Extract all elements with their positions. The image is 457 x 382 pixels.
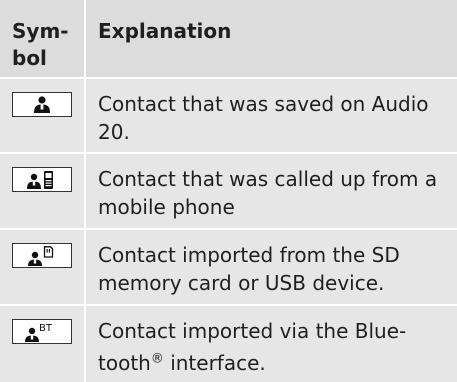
header-symbol-label-part-2: bol (12, 46, 47, 70)
explanation-text-part-1: Contact imported via the Blue- (98, 319, 407, 343)
symbol-cell (0, 154, 86, 228)
symbol-table: Sym- bol Explanation Contact that was sa… (0, 0, 457, 382)
header-symbol-label: Sym- bol (12, 0, 84, 72)
bluetooth-icon-label: BT (39, 323, 53, 334)
header-explanation-label: Explanation (98, 19, 232, 43)
contact-person-icon (12, 92, 72, 117)
explanation-cell: Contact that was called up from a mobile… (98, 167, 438, 219)
symbol-cell (0, 230, 86, 304)
header-explanation-cell: Explanation (86, 0, 457, 77)
table-row: Contact imported from the SD memory card… (0, 230, 457, 306)
explanation-cell: Contact imported via the Blue- tooth® in… (86, 306, 457, 382)
contact-sd-card-icon (12, 243, 72, 268)
explanation-text-part-2: tooth® interface. (98, 350, 266, 375)
symbol-cell (0, 79, 86, 152)
header-symbol-cell: Sym- bol (0, 0, 86, 77)
symbol-cell: BT (0, 306, 86, 382)
table-row: Contact that was saved on Audio 20. (0, 79, 457, 154)
explanation-cell: Contact imported from the SD memory card… (98, 243, 400, 295)
contact-phone-icon (12, 167, 72, 192)
contact-bluetooth-icon: BT (12, 319, 72, 344)
table-header: Sym- bol Explanation (0, 0, 457, 79)
explanation-cell: Contact that was saved on Audio 20. (98, 92, 429, 144)
table-row: BT Contact imported via the Blue- tooth®… (0, 306, 457, 382)
header-symbol-label-part-1: Sym- (12, 19, 69, 43)
table-row: Contact that was called up from a mobile… (0, 154, 457, 230)
